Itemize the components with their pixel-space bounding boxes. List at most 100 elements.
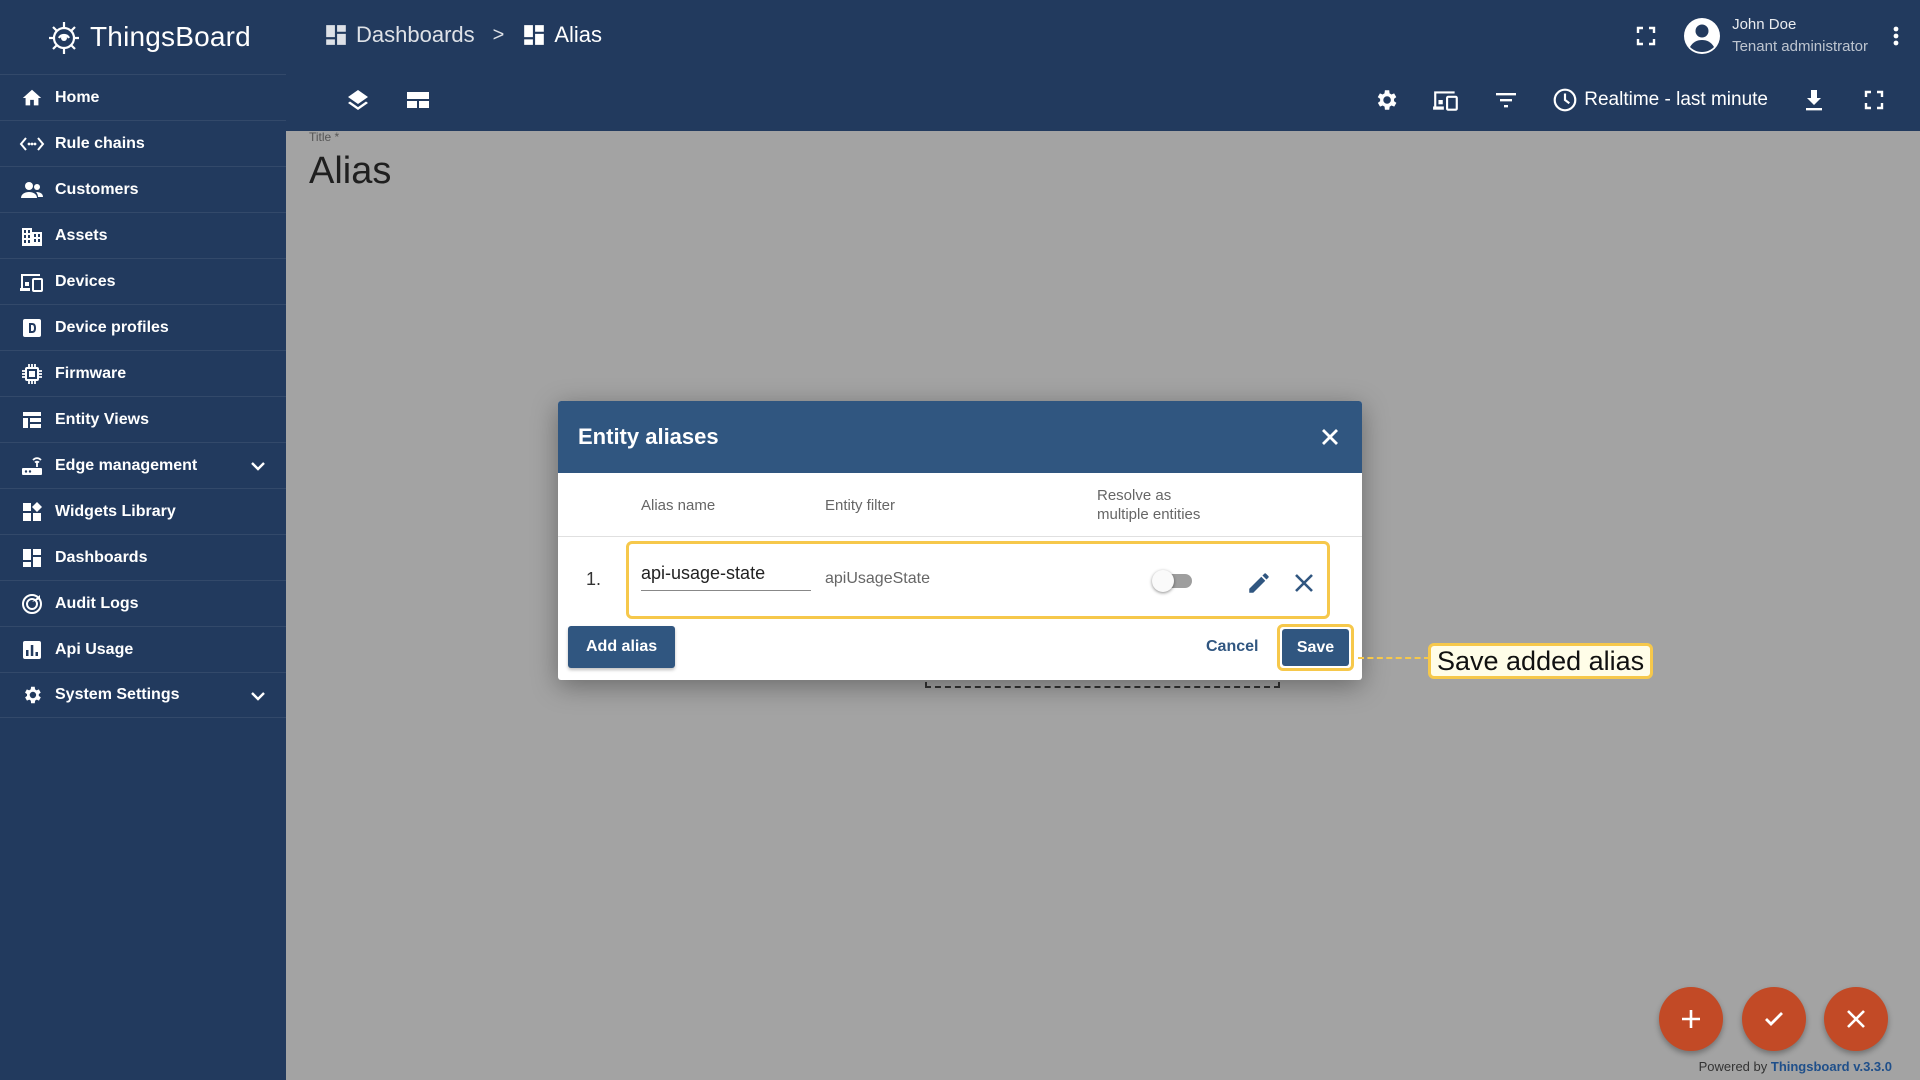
check-icon (1765, 1012, 1783, 1026)
breadcrumb-dashboards[interactable]: Dashboards (324, 22, 475, 48)
sidebar-item-label: Dashboards (55, 548, 148, 566)
breadcrumb: Dashboards > Alias (324, 22, 602, 48)
column-header-resolve-multiple-line2: multiple entities (1097, 506, 1201, 523)
sidebar-item-audit-logs[interactable]: Audit Logs (0, 580, 286, 626)
dialog-actions: Add alias Cancel Save (558, 619, 1362, 680)
row-index: 1. (586, 569, 602, 589)
layout-icon (407, 92, 429, 108)
sidebar-item-label: Firmware (55, 364, 127, 382)
breadcrumb-alias: Alias (522, 22, 602, 48)
dashboard-fullscreen-button[interactable] (1860, 86, 1888, 114)
sidebar-item-label: Devices (55, 272, 116, 290)
sidebar-item-label: Widgets Library (55, 502, 176, 520)
app-logo[interactable]: ThingsBoard (0, 0, 286, 74)
export-button[interactable] (1800, 86, 1828, 114)
save-button[interactable]: Save (1282, 629, 1349, 666)
alias-name-input[interactable] (641, 561, 811, 591)
close-icon (1847, 1010, 1865, 1028)
app-name: ThingsBoard (90, 21, 251, 52)
resolve-multiple-toggle[interactable] (1152, 569, 1194, 593)
close-icon[interactable] (1318, 425, 1342, 449)
settings-icon (19, 682, 45, 708)
home-icon (19, 85, 45, 111)
rule-chains-icon (19, 131, 45, 157)
more-vert-icon (1893, 26, 1899, 46)
delete-alias-icon[interactable] (1293, 572, 1315, 594)
dialog-header: Entity aliases (558, 401, 1362, 473)
annotation-callout: Save added alias (1428, 643, 1654, 679)
thingsboard-version-link[interactable]: Thingsboard v.3.3.0 (1771, 1059, 1892, 1074)
decline-changes-fab[interactable] (1824, 987, 1888, 1051)
fullscreen-button[interactable] (1632, 22, 1660, 50)
account-circle-icon (1684, 18, 1721, 54)
column-header-resolve-multiple: Resolve as (1097, 487, 1172, 504)
title-field-label: Title * (309, 130, 340, 144)
entity-aliases-dialog: Entity aliases Alias name Entity filter … (558, 401, 1362, 680)
widgets-icon (19, 499, 45, 525)
top-bar: Dashboards > Alias John Doe Tenant admin… (286, 0, 1920, 131)
gear-icon (1378, 90, 1397, 110)
sidebar-item-devices[interactable]: Devices (0, 258, 286, 304)
toggle-thumb (1152, 570, 1174, 592)
sidebar-item-label: Api Usage (55, 640, 134, 658)
sidebar-item-firmware[interactable]: Firmware (0, 350, 286, 396)
callout-connector (1358, 657, 1430, 659)
timewindow-selector[interactable]: Realtime - last minute (1552, 87, 1768, 113)
more-menu-button[interactable] (1882, 22, 1910, 50)
powered-by-prefix: Powered by (1698, 1059, 1768, 1074)
audit-logs-icon (19, 591, 45, 617)
sidebar-item-label: Assets (55, 226, 108, 244)
customers-icon (19, 177, 45, 203)
settings-button[interactable] (1372, 86, 1400, 114)
sidebar-item-assets[interactable]: Assets (0, 212, 286, 258)
apply-changes-fab[interactable] (1742, 987, 1806, 1051)
sidebar-item-customers[interactable]: Customers (0, 166, 286, 212)
dashboards-icon (326, 25, 346, 45)
download-icon (1806, 90, 1822, 111)
dashboard-toolbar-left (344, 86, 464, 114)
sidebar-item-label: Entity Views (55, 410, 149, 428)
add-alias-button[interactable]: Add alias (568, 626, 676, 668)
sidebar-item-label: Rule chains (55, 134, 145, 152)
sidebar-item-device-profiles[interactable]: Device profiles (0, 304, 286, 350)
sidebar-item-label: Home (55, 88, 100, 106)
dashboard-title[interactable]: Alias (309, 150, 391, 193)
sidebar-item-entity-views[interactable]: Entity Views (0, 396, 286, 442)
layers-button[interactable] (344, 86, 372, 114)
sidebar-item-home[interactable]: Home (0, 74, 286, 120)
sidebar-item-system-settings[interactable]: System Settings (0, 672, 286, 718)
sidebar-item-edge-management[interactable]: Edge management (0, 442, 286, 488)
devices-icon (1433, 91, 1459, 111)
sidebar-item-widgets-library[interactable]: Widgets Library (0, 488, 286, 534)
powered-by: Powered by Thingsboard v.3.3.0 (1699, 1059, 1892, 1074)
sidebar-item-dashboards[interactable]: Dashboards (0, 534, 286, 580)
filter-list-icon (1496, 93, 1517, 108)
dashboard-icon (524, 25, 545, 45)
edge-icon (19, 453, 45, 479)
assets-icon (19, 223, 45, 249)
column-header-alias-name: Alias name (641, 497, 716, 514)
thingsboard-logo-icon (49, 22, 79, 54)
entity-filter-value: apiUsageState (825, 570, 930, 587)
breadcrumb-separator: > (492, 23, 505, 46)
entity-aliases-button[interactable] (1432, 86, 1460, 114)
top-right-controls: John Doe Tenant administrator (1632, 14, 1920, 58)
cancel-button[interactable]: Cancel (1194, 626, 1270, 668)
alias-row: 1. apiUsageState (558, 537, 1362, 619)
user-name: John Doe (1732, 16, 1797, 33)
layout-button[interactable] (404, 86, 432, 114)
clock-icon (1553, 88, 1577, 112)
chevron-down-icon[interactable] (248, 686, 268, 706)
sidebar-item-label: Device profiles (55, 318, 169, 336)
devices-icon (19, 269, 45, 295)
edit-icon[interactable] (1246, 570, 1272, 596)
column-header-entity-filter: Entity filter (825, 497, 896, 514)
timewindow-label: Realtime - last minute (1584, 89, 1768, 110)
add-widget-fab[interactable] (1659, 987, 1723, 1051)
sidebar-item-api-usage[interactable]: Api Usage (0, 626, 286, 672)
chevron-down-icon[interactable] (248, 456, 268, 476)
user-menu[interactable]: John Doe Tenant administrator (1682, 14, 1868, 58)
filters-button[interactable] (1492, 86, 1520, 114)
sidebar-item-rule-chains[interactable]: Rule chains (0, 120, 286, 166)
sidebar-item-label: Edge management (55, 456, 198, 474)
